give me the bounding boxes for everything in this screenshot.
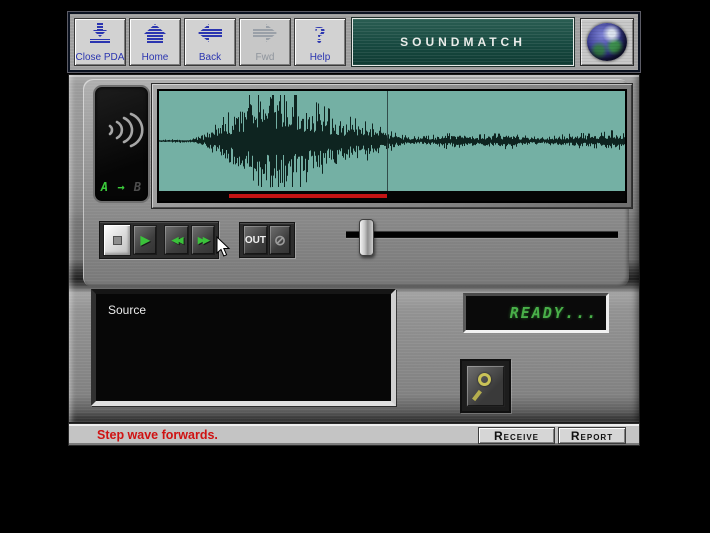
playhead-cursor: [387, 91, 388, 201]
waveform-screen-frame: [151, 83, 633, 209]
out-button-label: OUT: [245, 235, 266, 246]
out-bezel: OUT ⊘: [239, 222, 295, 258]
receive-button-label: Receive: [494, 429, 539, 443]
step-back-button[interactable]: ◀◀: [164, 225, 188, 255]
stop-icon: [113, 236, 122, 245]
fast-forward-icon: ▶▶: [198, 235, 208, 246]
close-pda-button[interactable]: Close PDA: [74, 18, 126, 66]
speaker-waves-icon: [103, 103, 145, 160]
forward-button[interactable]: Fwd: [239, 18, 291, 66]
status-bar: Step wave forwards. Receive Report: [68, 423, 640, 446]
globe-button[interactable]: [580, 18, 634, 66]
toolbar-button-label: Back: [199, 52, 221, 63]
play-button[interactable]: ▶: [133, 225, 157, 255]
toolbar-button-label: Close PDA: [76, 52, 125, 63]
source-label: Source: [108, 303, 146, 317]
toolbar-button-label: Help: [310, 52, 331, 63]
globe-icon: [587, 23, 627, 61]
toolbar: Close PDA Home Back Fwd: [68, 12, 640, 72]
transport-bezel: ▶ ◀◀ ▶▶: [99, 221, 219, 259]
main-panel: A → B: [68, 74, 640, 423]
magnifier-button[interactable]: [466, 365, 505, 407]
help-button[interactable]: ? Help: [294, 18, 346, 66]
stop-button[interactable]: [103, 224, 131, 256]
toolbar-button-label: Fwd: [256, 52, 275, 63]
soundmatch-app: Close PDA Home Back Fwd: [68, 12, 640, 446]
arrow-right-icon: →: [117, 180, 125, 194]
waveform-trace: [159, 91, 625, 191]
home-button[interactable]: Home: [129, 18, 181, 66]
step-forward-button[interactable]: ▶▶: [191, 225, 215, 255]
position-slider-handle[interactable]: [359, 219, 374, 256]
waveform-screen-inner: [157, 89, 627, 203]
close-pda-icon: [87, 23, 113, 50]
forward-arrow-icon: [252, 23, 278, 48]
report-button[interactable]: Report: [558, 427, 626, 444]
ab-marker: A → B: [95, 180, 148, 194]
out-button[interactable]: OUT: [243, 225, 268, 255]
speaker-box: A → B: [93, 85, 150, 203]
marker-a-label: A: [101, 180, 109, 194]
back-button[interactable]: Back: [184, 18, 236, 66]
receive-button[interactable]: Receive: [478, 427, 555, 444]
timeline-strip: [159, 191, 625, 201]
selection-progress-bar: [229, 194, 387, 198]
waveform-display: [159, 91, 625, 201]
source-screen: Source: [91, 289, 396, 406]
lcd-readout: READY...: [463, 293, 609, 333]
app-title-bar: SOUNDMATCH: [352, 18, 574, 66]
help-icon: ?: [309, 23, 331, 52]
rewind-icon: ◀◀: [172, 235, 182, 246]
back-arrow-icon: [197, 23, 223, 48]
marker-b-label: B: [134, 180, 142, 194]
mute-icon: ⊘: [274, 232, 286, 249]
magnifier-bezel: [460, 359, 511, 413]
mute-button[interactable]: ⊘: [269, 225, 291, 255]
report-button-label: Report: [571, 429, 613, 443]
status-message: Step wave forwards.: [97, 428, 218, 442]
svg-text:?: ?: [314, 23, 326, 47]
play-icon: ▶: [141, 233, 150, 247]
app-title: SOUNDMATCH: [400, 35, 526, 49]
lcd-text: READY...: [510, 304, 598, 322]
position-slider-track[interactable]: [346, 231, 618, 239]
toolbar-button-label: Home: [142, 52, 169, 63]
home-icon: [142, 23, 168, 50]
